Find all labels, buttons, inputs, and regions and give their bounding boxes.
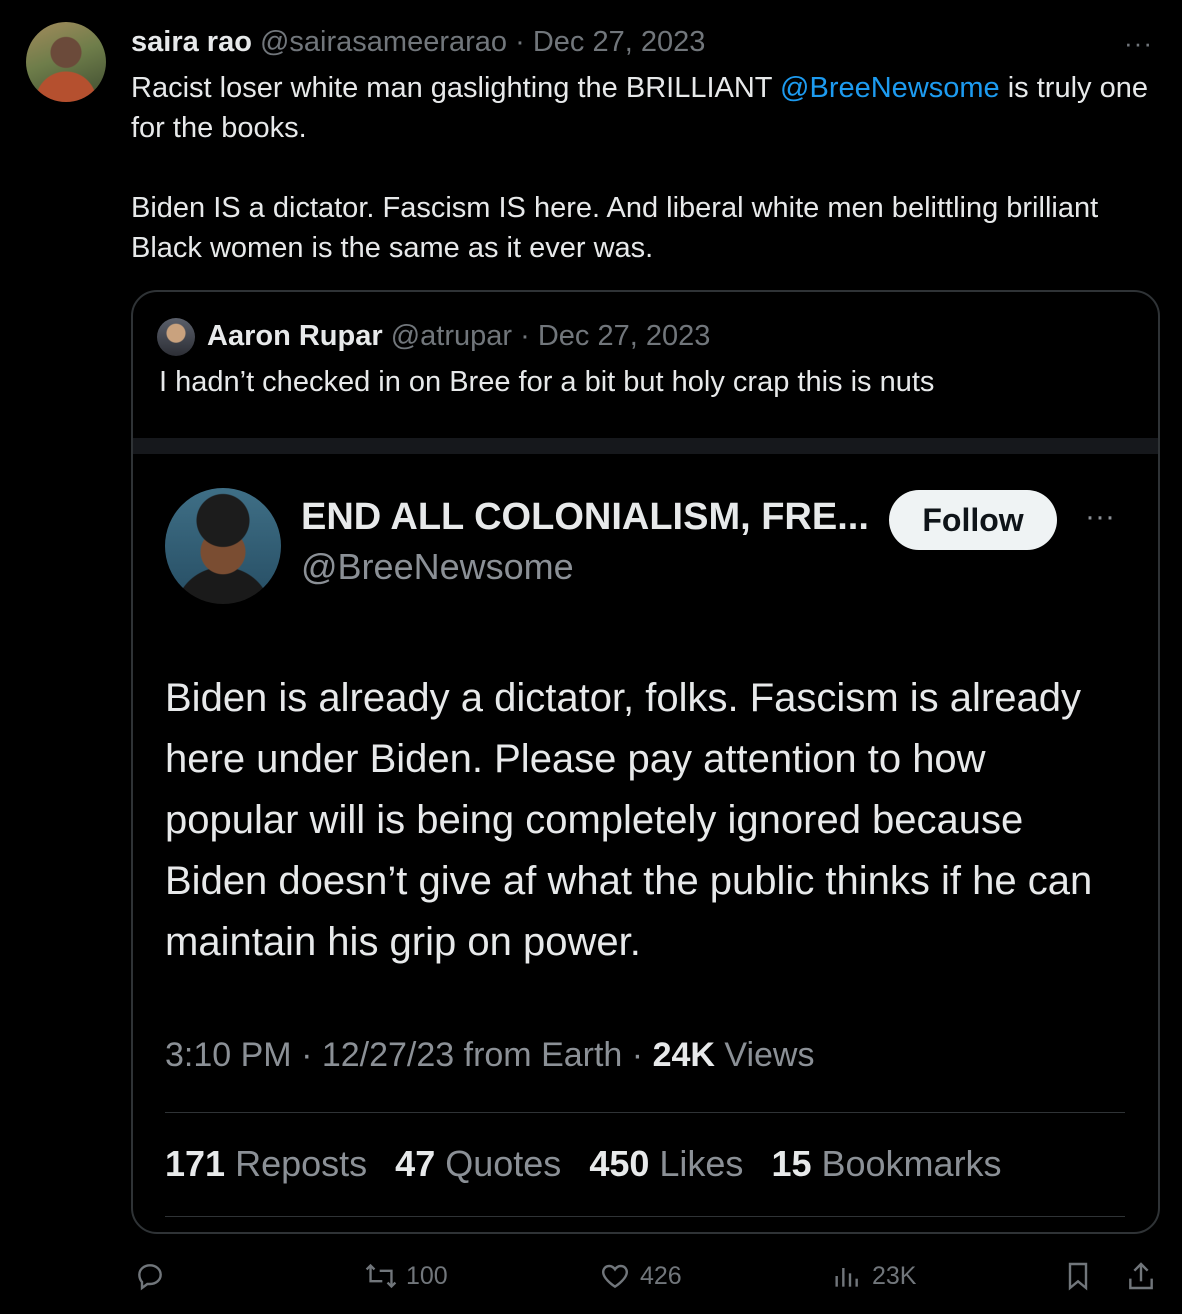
stat-bookmarks: 15 Bookmarks — [771, 1143, 1001, 1184]
repost-icon — [364, 1260, 398, 1292]
stat-reposts: 171 Reposts — [165, 1143, 367, 1184]
tweet-paragraph-2: Biden IS a dictator. Fascism IS here. An… — [131, 192, 1099, 264]
stat-likes: 450 Likes — [589, 1143, 743, 1184]
quote-tweet-card[interactable]: Aaron Rupar @atrupar · Dec 27, 2023 I ha… — [131, 290, 1160, 1234]
quote-media-divider — [133, 438, 1158, 454]
author-handle[interactable]: @sairasameerarao — [260, 26, 507, 58]
quote-header: Aaron Rupar @atrupar · Dec 27, 2023 — [207, 320, 710, 353]
quote-date: Dec 27, 2023 — [537, 320, 711, 352]
views-count: 23K — [872, 1261, 917, 1290]
stat-count: 15 — [771, 1143, 812, 1184]
like-button[interactable]: 426 — [598, 1260, 682, 1292]
reply-icon — [134, 1260, 166, 1292]
like-count: 426 — [640, 1261, 682, 1290]
share-icon — [1126, 1260, 1156, 1292]
bookmark-button[interactable] — [1064, 1260, 1092, 1292]
tweet-text: Racist loser white man gaslighting the B… — [131, 68, 1151, 268]
quote-author-avatar — [157, 318, 195, 356]
embedded-more-icon: ··· — [1085, 500, 1115, 533]
stats-divider-top — [165, 1112, 1125, 1113]
stat-label: Likes — [649, 1143, 744, 1184]
tweet-text-part: Racist loser white man gaslighting the B… — [131, 72, 781, 104]
author-name[interactable]: saira rao — [131, 26, 252, 58]
embedded-tweet-text: Biden is already a dictator, folks. Fasc… — [165, 676, 1093, 964]
repost-button[interactable]: 100 — [364, 1260, 448, 1292]
tweet-header: saira rao @sairasameerarao · Dec 27, 202… — [131, 26, 705, 59]
views-button[interactable]: 23K — [830, 1260, 916, 1292]
embedded-views-label: Views — [714, 1036, 815, 1074]
quote-separator: · — [520, 320, 530, 352]
share-button[interactable] — [1126, 1260, 1156, 1292]
views-icon — [830, 1260, 862, 1292]
stat-label: Reposts — [225, 1143, 368, 1184]
quote-text: I hadn’t checked in on Bree for a bit bu… — [159, 366, 935, 398]
like-icon — [598, 1260, 632, 1292]
stat-label: Quotes — [435, 1143, 562, 1184]
embedded-author-handle: @BreeNewsome — [301, 546, 574, 587]
bookmark-icon — [1064, 1260, 1092, 1292]
embedded-time: 3:10 PM · 12/27/23 from Earth · — [165, 1036, 653, 1074]
repost-count: 100 — [406, 1261, 448, 1290]
stat-label: Bookmarks — [811, 1143, 1002, 1184]
stat-count: 450 — [589, 1143, 650, 1184]
stats-divider-bottom — [165, 1216, 1125, 1217]
more-options-icon[interactable]: ··· — [1124, 28, 1153, 59]
follow-button: Follow — [889, 490, 1057, 550]
quote-author-name: Aaron Rupar — [207, 320, 383, 352]
embedded-author-avatar — [165, 488, 281, 604]
stat-count: 171 — [165, 1143, 226, 1184]
tweet-paragraph-1: Racist loser white man gaslighting the B… — [131, 68, 1151, 148]
mention-link[interactable]: @BreeNewsome — [780, 72, 1000, 104]
quote-author-handle: @atrupar — [390, 320, 513, 352]
stat-count: 47 — [395, 1143, 436, 1184]
tweet-date[interactable]: Dec 27, 2023 — [533, 26, 706, 58]
header-separator: · — [515, 26, 525, 58]
author-avatar[interactable] — [26, 22, 106, 102]
embedded-author-name: END ALL COLONIALISM, FRE... — [301, 496, 869, 538]
stat-quotes: 47 Quotes — [395, 1143, 561, 1184]
embedded-stats: 171 Reposts 47 Quotes 450 Likes 15 Bookm… — [165, 1143, 1020, 1185]
embedded-views-count: 24K — [652, 1036, 715, 1074]
reply-button[interactable] — [134, 1260, 166, 1292]
embedded-meta: 3:10 PM · 12/27/23 from Earth · 24K View… — [165, 1036, 814, 1075]
